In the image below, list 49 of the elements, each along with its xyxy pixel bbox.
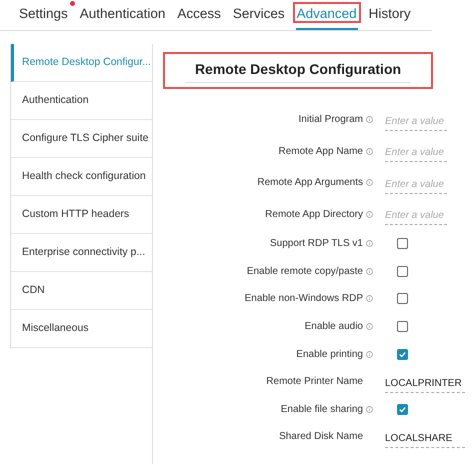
- info-icon[interactable]: [366, 350, 373, 358]
- tab[interactable]: Advanced: [296, 4, 358, 30]
- info-icon[interactable]: [366, 295, 373, 302]
- info-icon[interactable]: [366, 179, 373, 186]
- checkbox[interactable]: [397, 238, 408, 250]
- input-field[interactable]: LOCALSHARE: [385, 430, 465, 448]
- field-label: Enable printing: [296, 348, 363, 362]
- sidebar-item[interactable]: Authentication: [11, 82, 152, 120]
- field-label: Remote App Directory: [265, 208, 363, 222]
- tab[interactable]: History: [368, 4, 412, 30]
- checkbox[interactable]: [397, 266, 408, 277]
- sidebar-item[interactable]: Enterprise connectivity p...: [11, 234, 152, 272]
- sidebar-item[interactable]: CDN: [11, 272, 152, 310]
- info-icon[interactable]: [366, 323, 373, 330]
- info-icon[interactable]: [366, 148, 373, 155]
- sidebar-item[interactable]: Miscellaneous: [11, 310, 152, 348]
- checkbox[interactable]: [397, 321, 408, 332]
- field-label: Enable file sharing: [280, 402, 363, 417]
- checkbox[interactable]: [397, 404, 408, 415]
- field-label: Support RDP TLS v1: [270, 237, 363, 252]
- sidebar-item[interactable]: Health check configuration: [11, 158, 152, 196]
- info-icon[interactable]: [366, 210, 373, 218]
- field-label: Remote App Arguments: [257, 176, 363, 190]
- field-label: Enable audio: [304, 320, 363, 334]
- info-icon[interactable]: [366, 116, 373, 124]
- input-field[interactable]: Enter a value: [385, 144, 447, 162]
- checkbox[interactable]: [397, 293, 408, 304]
- tab[interactable]: Services: [232, 4, 286, 30]
- info-icon[interactable]: [366, 406, 373, 413]
- input-field[interactable]: LOCALPRINTER: [385, 374, 465, 393]
- field-label: Enable non-Windows RDP: [244, 292, 363, 306]
- checkbox[interactable]: [397, 348, 408, 360]
- tab[interactable]: Access: [176, 4, 222, 30]
- info-icon[interactable]: [366, 268, 373, 275]
- field-label: Enable remote copy/paste: [246, 264, 363, 279]
- field-label: Remote App Name: [278, 144, 363, 159]
- input-field[interactable]: Enter a value: [385, 176, 447, 194]
- tab[interactable]: Authentication: [78, 4, 166, 30]
- input-field[interactable]: Enter a value: [385, 112, 447, 131]
- panel-title: Remote Desktop Configuration: [184, 58, 412, 82]
- sidebar-item[interactable]: Configure TLS Cipher suite: [11, 120, 152, 158]
- field-label: Remote Printer Name: [266, 375, 363, 390]
- info-icon[interactable]: [366, 240, 373, 248]
- tab[interactable]: Settings: [18, 4, 69, 30]
- field-label: Initial Program: [298, 113, 363, 128]
- sidebar-item[interactable]: Remote Desktop Configur...: [11, 44, 152, 82]
- sidebar-item[interactable]: Custom HTTP headers: [11, 196, 152, 234]
- input-field[interactable]: Enter a value: [385, 207, 447, 226]
- field-label: Shared Disk Name: [279, 430, 363, 444]
